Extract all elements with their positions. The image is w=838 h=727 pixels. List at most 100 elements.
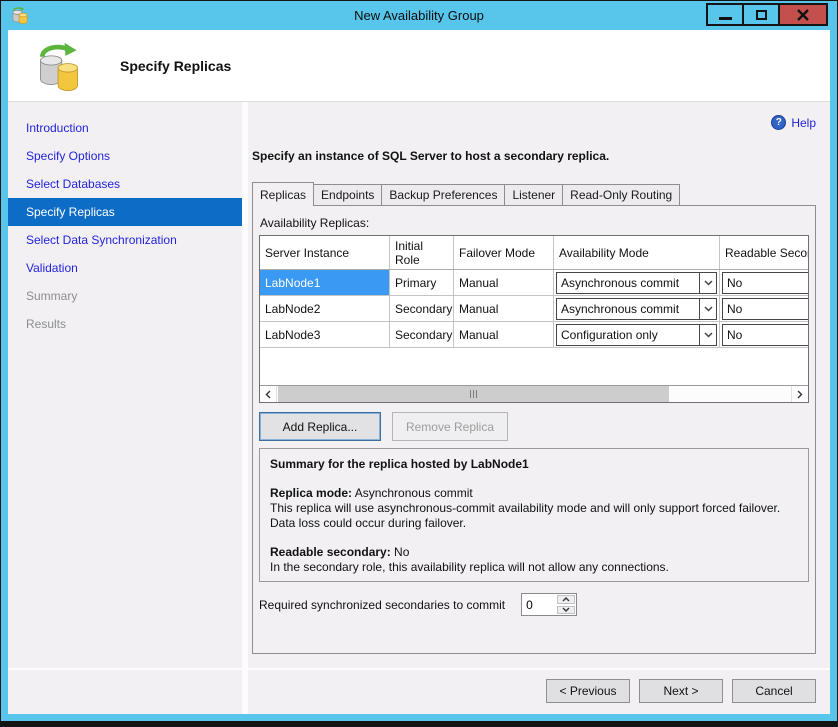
grid-header-row: Server Instance Initial Role Failover Mo…	[260, 236, 808, 270]
minimize-button[interactable]	[706, 3, 744, 26]
cell-readable-secondary: No	[720, 270, 808, 295]
table-row[interactable]: LabNode3 Secondary Manual Configuration …	[260, 322, 808, 348]
quorum-input[interactable]	[522, 594, 556, 615]
sidebar-item-validation[interactable]: Validation	[8, 254, 242, 282]
cell-initial-role[interactable]: Primary	[390, 270, 454, 295]
sidebar-item-specify-replicas[interactable]: Specify Replicas	[8, 198, 242, 226]
cell-failover-mode[interactable]: Manual	[454, 270, 554, 295]
spinner-up-button[interactable]	[557, 595, 575, 604]
wizard-footer: < Previous Next > Cancel	[252, 670, 816, 714]
column-header-server-instance[interactable]: Server Instance	[260, 236, 390, 269]
availability-mode-select[interactable]: Configuration only	[556, 324, 717, 346]
footer-separator	[8, 668, 830, 670]
quorum-label: Required synchronized secondaries to com…	[259, 598, 505, 612]
tab-listener[interactable]: Listener	[504, 184, 563, 205]
scroll-left-button[interactable]	[260, 386, 277, 402]
sidebar-item-select-databases[interactable]: Select Databases	[8, 170, 242, 198]
close-icon	[796, 9, 810, 21]
column-header-failover-mode[interactable]: Failover Mode	[454, 236, 554, 269]
readable-secondary-select[interactable]: No	[722, 298, 808, 320]
cell-server-instance[interactable]: LabNode2	[260, 296, 390, 321]
dialog-body: Introduction Specify Options Select Data…	[8, 102, 830, 714]
summary-replica-mode: Replica mode: Asynchronous commit This r…	[270, 486, 798, 531]
scrollbar-grip-icon	[470, 390, 477, 398]
cell-availability-mode: Configuration only	[554, 322, 720, 347]
readable-secondary-select[interactable]: No	[722, 324, 808, 346]
availability-mode-select[interactable]: Asynchronous commit	[556, 272, 717, 294]
cell-initial-role[interactable]: Secondary	[390, 296, 454, 321]
next-button[interactable]: Next >	[639, 679, 723, 703]
replicas-grid: Server Instance Initial Role Failover Mo…	[259, 235, 809, 403]
replica-summary-box: Summary for the replica hosted by LabNod…	[259, 448, 809, 582]
scrollbar-thumb[interactable]	[278, 386, 669, 402]
close-button[interactable]	[778, 3, 828, 26]
replica-actions: Add Replica... Remove Replica	[259, 412, 809, 441]
cell-readable-secondary: No	[720, 322, 808, 347]
summary-readable-secondary: Readable secondary: No In the secondary …	[270, 545, 798, 575]
table-row[interactable]: LabNode1 Primary Manual Asynchronous com…	[260, 270, 808, 296]
spinner-down-button[interactable]	[557, 606, 575, 615]
horizontal-scrollbar	[260, 385, 808, 402]
cell-initial-role[interactable]: Secondary	[390, 322, 454, 347]
summary-title: Summary for the replica hosted by LabNod…	[270, 457, 798, 472]
readable-secondary-value: No	[391, 545, 410, 559]
page-title: Specify Replicas	[120, 58, 231, 74]
combo-value: Asynchronous commit	[557, 273, 699, 293]
spinner-down-icon	[562, 607, 570, 612]
scrollbar-track[interactable]	[277, 386, 791, 402]
table-row[interactable]: LabNode2 Secondary Manual Asynchronous c…	[260, 296, 808, 322]
tab-read-only-routing[interactable]: Read-Only Routing	[562, 184, 680, 205]
column-header-initial-role[interactable]: Initial Role	[390, 236, 454, 269]
chevron-down-icon[interactable]	[699, 273, 716, 293]
sidebar-item-results: Results	[8, 310, 242, 338]
availability-replicas-label: Availability Replicas:	[260, 216, 809, 230]
cancel-button[interactable]: Cancel	[732, 679, 816, 703]
maximize-button[interactable]	[742, 3, 780, 26]
chevron-down-icon[interactable]	[699, 325, 716, 345]
cell-availability-mode: Asynchronous commit	[554, 270, 720, 295]
availability-mode-select[interactable]: Asynchronous commit	[556, 298, 717, 320]
previous-button[interactable]: < Previous	[546, 679, 630, 703]
add-replica-button[interactable]: Add Replica...	[259, 412, 381, 441]
replica-mode-description: This replica will use asynchronous-commi…	[270, 501, 798, 531]
column-header-readable-secondary[interactable]: Readable Secondary	[720, 236, 808, 269]
maximize-icon	[756, 10, 767, 20]
chevron-down-icon[interactable]	[699, 299, 716, 319]
help-link[interactable]: ? Help	[771, 115, 816, 130]
quorum-row: Required synchronized secondaries to com…	[259, 593, 809, 616]
combo-value: Asynchronous commit	[557, 299, 699, 319]
quorum-spinner	[521, 593, 577, 616]
sidebar-item-select-data-synchronization[interactable]: Select Data Synchronization	[8, 226, 242, 254]
scroll-right-button[interactable]	[791, 386, 808, 402]
sidebar-item-summary: Summary	[8, 282, 242, 310]
title-bar[interactable]: New Availability Group	[1, 1, 837, 30]
readable-secondary-label: Readable secondary:	[270, 545, 391, 559]
replica-mode-label: Replica mode:	[270, 486, 352, 500]
column-header-availability-mode[interactable]: Availability Mode	[554, 236, 720, 269]
readable-secondary-select[interactable]: No	[722, 272, 808, 294]
combo-value: No	[723, 325, 808, 345]
window-controls	[708, 3, 828, 26]
tab-replicas[interactable]: Replicas	[252, 182, 314, 206]
cell-failover-mode[interactable]: Manual	[454, 322, 554, 347]
sidebar-item-specify-options[interactable]: Specify Options	[8, 142, 242, 170]
readable-secondary-description: In the secondary role, this availability…	[270, 560, 798, 575]
page-header: Specify Replicas	[8, 30, 830, 102]
sidebar-item-introduction[interactable]: Introduction	[8, 114, 242, 142]
wizard-steps-sidebar: Introduction Specify Options Select Data…	[8, 102, 242, 714]
cell-server-instance[interactable]: LabNode1	[260, 270, 390, 295]
scroll-left-icon	[265, 390, 271, 399]
tab-backup-preferences[interactable]: Backup Preferences	[381, 184, 505, 205]
replica-mode-value: Asynchronous commit	[352, 486, 473, 500]
combo-value: No	[723, 299, 808, 319]
help-row: ? Help	[252, 102, 816, 134]
help-label: Help	[791, 116, 816, 130]
combo-value: Configuration only	[557, 325, 699, 345]
scroll-right-icon	[797, 390, 803, 399]
cell-failover-mode[interactable]: Manual	[454, 296, 554, 321]
cell-server-instance[interactable]: LabNode3	[260, 322, 390, 347]
cell-availability-mode: Asynchronous commit	[554, 296, 720, 321]
help-icon: ?	[771, 115, 786, 130]
tab-endpoints[interactable]: Endpoints	[313, 184, 382, 205]
minimize-icon	[719, 17, 732, 20]
